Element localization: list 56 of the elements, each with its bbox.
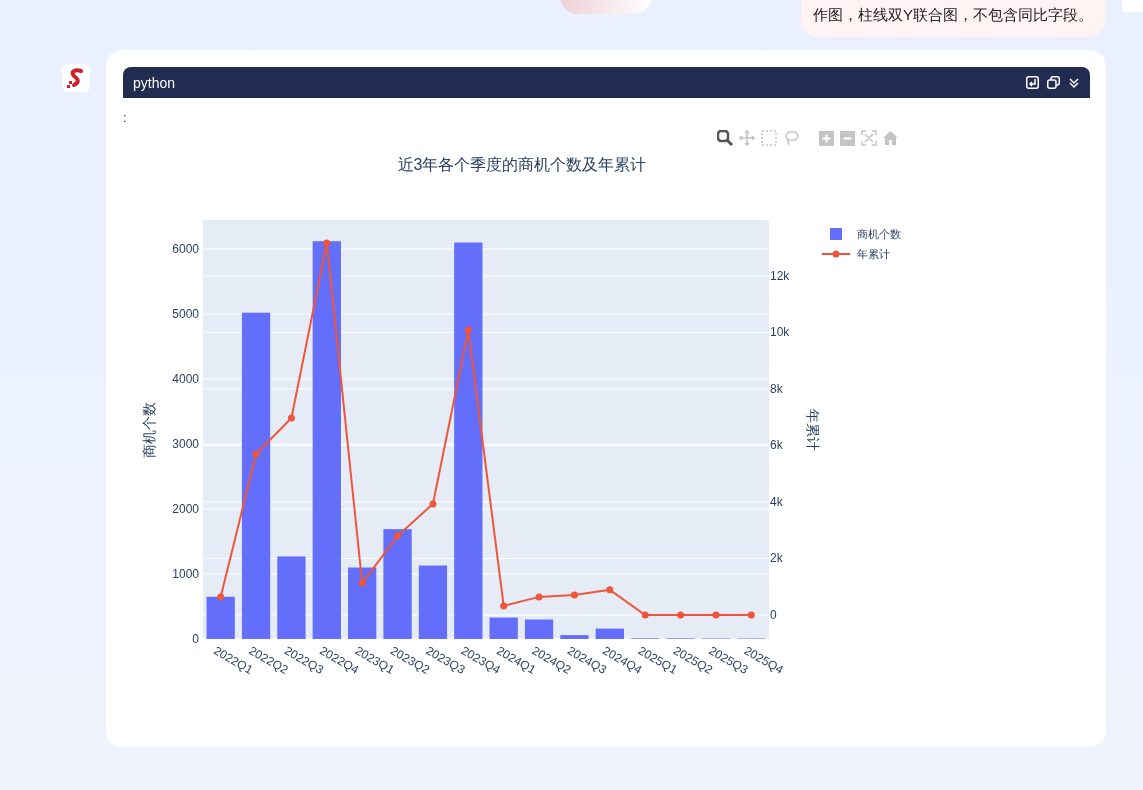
data-point: [606, 586, 614, 594]
axis-tick-label: 8k: [770, 381, 783, 396]
bar: [348, 567, 377, 639]
axis-tick-label: 10k: [770, 325, 790, 340]
data-point: [429, 500, 437, 508]
autoscale-icon[interactable]: [861, 130, 877, 146]
data-point: [677, 611, 685, 619]
bar: [524, 619, 554, 639]
axis-tick-label: 2k: [770, 551, 783, 566]
user-message: 作图，柱线双Y联合图，不包含同比字段。: [801, 0, 1105, 37]
data-point: [570, 591, 578, 599]
data-point: [358, 579, 366, 587]
axis-tick-label: 4k: [770, 494, 783, 509]
box-select-icon[interactable]: [761, 130, 777, 146]
copy-icon[interactable]: [1047, 76, 1060, 89]
axis-tick-label: 12k: [770, 268, 790, 283]
pan-icon[interactable]: [739, 130, 755, 146]
axis-tick-label: 2000: [172, 502, 199, 516]
data-point: [464, 326, 472, 334]
data-point: [747, 611, 755, 619]
axis-tick-label: 6k: [770, 438, 783, 453]
data-point: [712, 611, 720, 619]
data-point: [287, 414, 295, 422]
data-point: [252, 450, 260, 458]
axis-tick-label: 5000: [172, 307, 199, 321]
data-point: [394, 532, 402, 540]
zoom-in-icon[interactable]: [819, 130, 834, 146]
axis-tick-label: 6000: [172, 242, 199, 256]
legend-label[interactable]: 年累计: [857, 248, 890, 260]
data-point: [217, 593, 225, 601]
axis-title: 年累计: [805, 408, 821, 451]
axis-tick-label: 1000: [172, 567, 199, 581]
lasso-icon[interactable]: [783, 130, 799, 146]
axis-title: 商机个数: [141, 401, 157, 458]
wrap-icon[interactable]: [1026, 76, 1039, 89]
legend-label[interactable]: 商机个数: [857, 228, 901, 240]
bar: [560, 635, 589, 639]
home-icon[interactable]: [883, 131, 898, 145]
data-point: [500, 602, 508, 610]
collapse-icon[interactable]: [1068, 76, 1080, 89]
zoom-icon[interactable]: [717, 130, 733, 146]
output-text: :: [123, 110, 127, 125]
data-point: [641, 611, 649, 619]
axis-tick-label: 4000: [172, 372, 199, 386]
code-language: python: [133, 74, 176, 91]
axis-tick-label: 3000: [172, 437, 199, 451]
axis-tick-label: 0: [770, 608, 777, 622]
chart-title: 近3年各个季度的商机个数及年累计: [397, 156, 647, 173]
data-point: [323, 239, 331, 247]
logo-icon: [62, 64, 90, 92]
legend-swatch: [830, 228, 842, 240]
zoom-out-icon[interactable]: [840, 130, 855, 146]
axis-tick-label: 0: [192, 632, 199, 646]
bar: [595, 628, 624, 639]
legend-line-icon: [821, 250, 851, 258]
data-point: [535, 593, 543, 601]
